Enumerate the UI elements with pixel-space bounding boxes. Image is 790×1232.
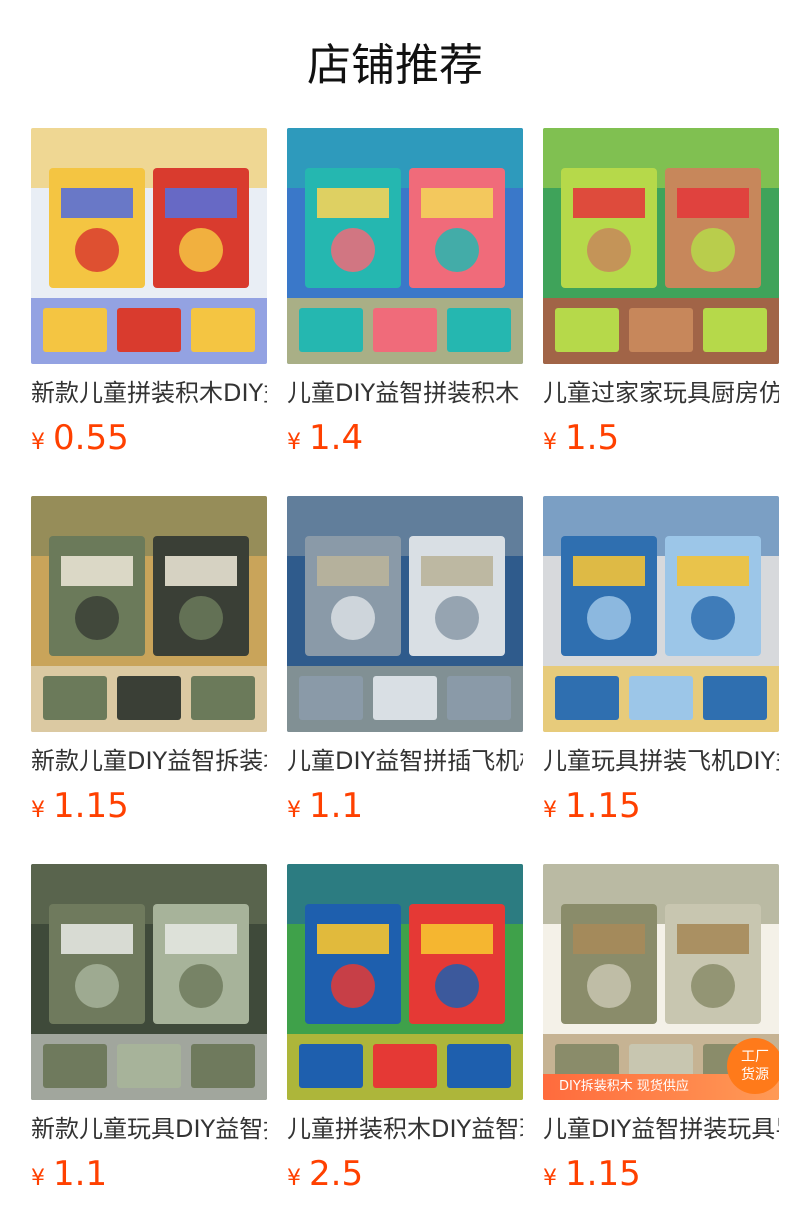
product-card[interactable]: 儿童DIY益智拼装积木 ¥1.4 (287, 128, 523, 496)
product-name[interactable]: 儿童DIY益智拼装积木 (287, 376, 523, 410)
jet-pack-image[interactable] (543, 496, 779, 732)
toy-boxes-image[interactable] (287, 864, 523, 1100)
product-price: ¥1.1 (31, 1152, 107, 1196)
bricks-boxes-image[interactable] (287, 128, 523, 364)
product-card[interactable]: 儿童拼装积木DIY益智玩具 ¥2.5 (287, 864, 523, 1232)
page-title: 店铺推荐 (307, 40, 483, 91)
block-figures-image[interactable] (31, 128, 267, 364)
product-name[interactable]: 儿童玩具拼装飞机DIY益智 (543, 744, 779, 778)
price-value: 1.4 (309, 418, 364, 458)
price-value: 1.15 (53, 786, 129, 826)
product-card[interactable]: 新款儿童DIY益智拆装坦克 ¥1.15 (31, 496, 267, 864)
currency-symbol: ¥ (543, 430, 557, 455)
product-card[interactable]: DIY拆装积木 现货供应工厂货源儿童DIY益智拼装玩具导弹¥1.15 (543, 864, 779, 1232)
product-price: ¥1.15 (31, 784, 129, 828)
missile-truck-image[interactable]: DIY拆装积木 现货供应 工厂 货源 (543, 864, 779, 1100)
product-price: ¥1.15 (543, 784, 641, 828)
product-name[interactable]: 儿童拼装积木DIY益智玩具 (287, 1112, 523, 1146)
product-card[interactable]: 新款儿童玩具DIY益智拼装 ¥1.1 (31, 864, 267, 1232)
currency-symbol: ¥ (287, 1166, 301, 1191)
product-price: ¥2.5 (287, 1152, 363, 1196)
price-value: 2.5 (309, 1154, 364, 1194)
product-price: ¥1.1 (287, 784, 363, 828)
currency-symbol: ¥ (287, 798, 301, 823)
product-name[interactable]: 新款儿童DIY益智拆装坦克 (31, 744, 267, 778)
product-card[interactable]: 儿童玩具拼装飞机DIY益智 ¥1.15 (543, 496, 779, 864)
currency-symbol: ¥ (543, 798, 557, 823)
airplane-box-image[interactable] (287, 496, 523, 732)
currency-symbol: ¥ (31, 798, 45, 823)
currency-symbol: ¥ (543, 1166, 557, 1191)
currency-symbol: ¥ (31, 1166, 45, 1191)
price-value: 1.1 (309, 786, 364, 826)
product-name[interactable]: 儿童DIY益智拼装玩具导弹 (543, 1112, 779, 1146)
product-price: ¥0.55 (31, 416, 129, 460)
product-name[interactable]: 新款儿童拼装积木DIY益智 (31, 376, 267, 410)
currency-symbol: ¥ (287, 430, 301, 455)
product-card[interactable]: 新款儿童拼装积木DIY益智 ¥0.55 (31, 128, 267, 496)
factory-badge-text: 工厂 (741, 1049, 769, 1065)
price-value: 1.1 (53, 1154, 108, 1194)
tank-pack-image[interactable] (31, 496, 267, 732)
price-value: 1.15 (565, 786, 641, 826)
price-value: 0.55 (53, 418, 129, 458)
burger-toy-image[interactable] (543, 128, 779, 364)
product-card[interactable]: 儿童过家家玩具厨房仿真 ¥1.5 (543, 128, 779, 496)
product-name[interactable]: 新款儿童玩具DIY益智拼装 (31, 1112, 267, 1146)
factory-badge: 工厂 货源 (727, 1038, 779, 1094)
product-name[interactable]: 儿童过家家玩具厨房仿真 (543, 376, 779, 410)
product-price: ¥1.5 (543, 416, 619, 460)
product-price: ¥1.4 (287, 416, 363, 460)
product-grid: 新款儿童拼装积木DIY益智 ¥0.55 儿童DIY益智拼装积木 ¥1.4 儿童过家家玩具… (31, 128, 779, 1232)
factory-badge-text: 货源 (741, 1067, 769, 1083)
product-name[interactable]: 儿童DIY益智拼插飞机模型 (287, 744, 523, 778)
price-value: 1.5 (565, 418, 620, 458)
product-price: ¥1.15 (543, 1152, 641, 1196)
currency-symbol: ¥ (31, 430, 45, 455)
military-truck-image[interactable] (31, 864, 267, 1100)
product-card[interactable]: 儿童DIY益智拼插飞机模型 ¥1.1 (287, 496, 523, 864)
price-value: 1.15 (565, 1154, 641, 1194)
